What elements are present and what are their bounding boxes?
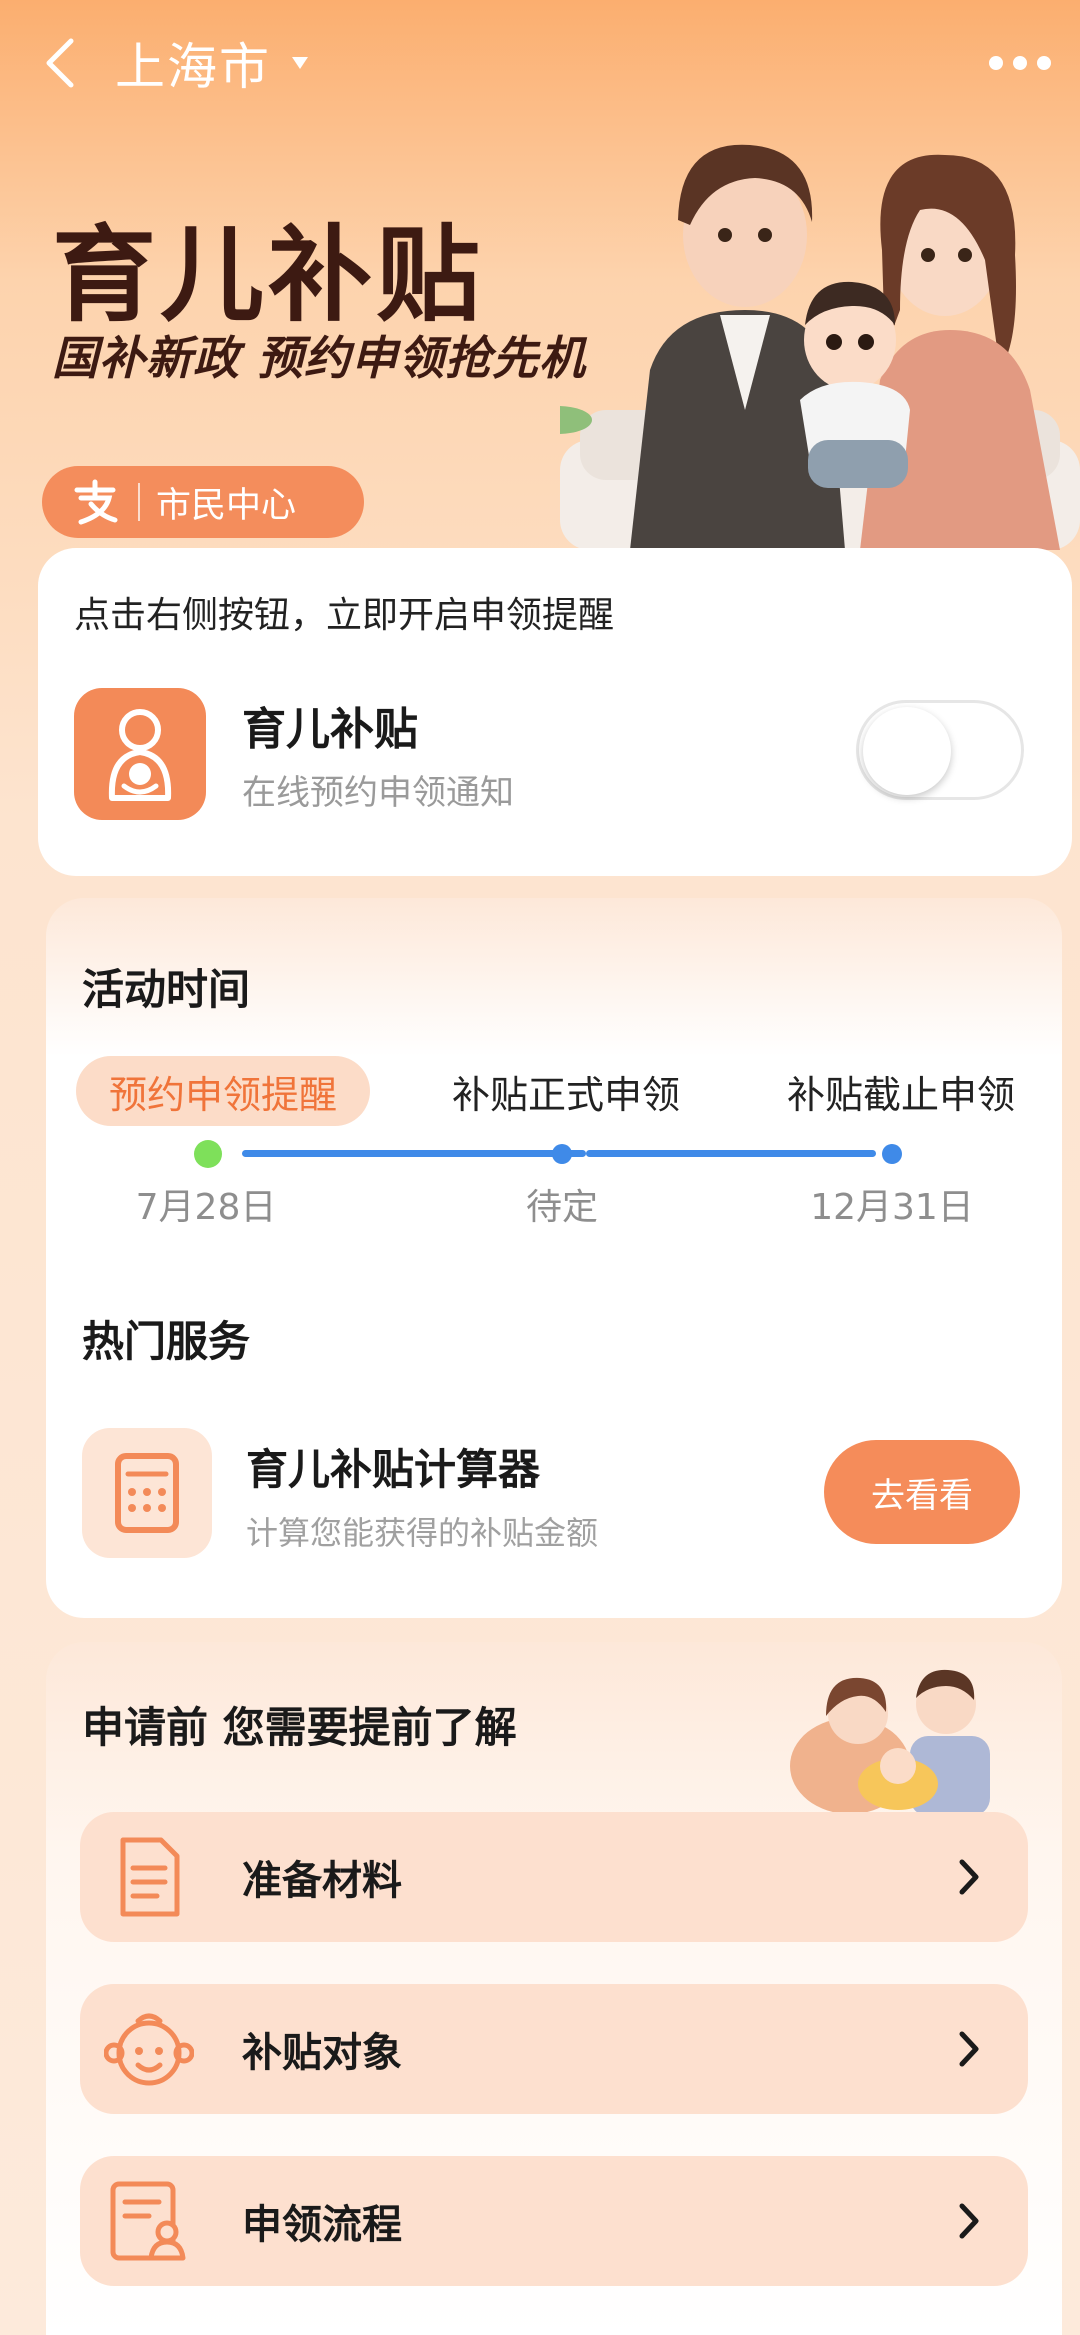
baby-face-icon (102, 2002, 196, 2096)
activity-title: 活动时间 (82, 965, 251, 1014)
go-see-button[interactable]: 去看看 (824, 1440, 1020, 1544)
chevron-left-icon (46, 38, 74, 88)
list-item-materials[interactable]: 准备材料 (80, 1812, 1028, 1942)
stage-label-official: 补贴正式申领 (451, 1072, 680, 1117)
timeline-dot-mid (552, 1144, 572, 1164)
process-form-icon (102, 2174, 196, 2268)
service-title: 育儿补贴 (242, 704, 418, 755)
mother-baby-icon (74, 688, 206, 820)
reminder-toggle[interactable] (856, 700, 1024, 800)
info-title: 申请前 您需要提前了解 (82, 1703, 517, 1752)
hot-services-title: 热门服务 (82, 1317, 251, 1366)
timeline-dot-end (882, 1144, 902, 1164)
calculator-description: 计算您能获得的补贴金额 (246, 1514, 599, 1552)
list-item-label: 申领流程 (242, 2202, 402, 2248)
list-item-label: 补贴对象 (242, 2030, 402, 2076)
stage-label-reminder[interactable]: 预约申领提醒 (76, 1056, 370, 1126)
alipay-logo-icon (68, 475, 122, 529)
city-selector[interactable]: 上海市 (115, 28, 309, 98)
list-item-process[interactable]: 申领流程 (80, 2156, 1028, 2286)
back-button[interactable] (30, 28, 90, 98)
calculator-title: 育儿补贴计算器 (246, 1445, 541, 1494)
family-illustration (560, 144, 1080, 550)
stage-label-deadline: 补贴截止申领 (786, 1072, 1015, 1117)
badge-text: 市民中心 (156, 485, 297, 526)
toggle-knob (863, 707, 951, 795)
stage-date-deadline: 12月31日 (810, 1187, 974, 1228)
citizen-center-badge: 市民中心 (42, 466, 364, 538)
chevron-right-icon (944, 1852, 994, 1902)
calculator-icon (82, 1428, 212, 1558)
stage-date-reminder: 7月28日 (135, 1187, 277, 1228)
activity-card: 活动时间 预约申领提醒 补贴正式申领 补贴截止申领 7月28日 待定 12月31… (46, 898, 1062, 1618)
reminder-hint: 点击右侧按钮，立即开启申领提醒 (74, 595, 615, 636)
hero-subtitle: 国补新政 预约申领抢先机 (52, 331, 587, 385)
city-name: 上海市 (115, 38, 271, 96)
badge-divider (138, 483, 140, 521)
list-item-eligible[interactable]: 补贴对象 (80, 1984, 1028, 2114)
stage-date-official: 待定 (525, 1187, 598, 1228)
timeline-line-2 (586, 1150, 876, 1157)
service-description: 在线预约申领通知 (242, 773, 514, 813)
hero-title: 育儿补贴 (52, 214, 485, 336)
family-mini-illustration (790, 1669, 990, 1816)
chevron-right-icon (944, 2196, 994, 2246)
document-icon (102, 1830, 196, 1924)
reminder-card: 点击右侧按钮，立即开启申领提醒 育儿补贴 在线预约申领通知 (38, 548, 1072, 876)
caret-down-icon (292, 57, 308, 69)
timeline-dot-start (194, 1140, 222, 1168)
more-button[interactable] (980, 38, 1060, 88)
list-item-label: 准备材料 (242, 1858, 402, 1904)
more-dots-icon (989, 56, 1051, 70)
timeline-line-1 (242, 1150, 586, 1157)
chevron-right-icon (944, 2024, 994, 2074)
info-card: 申请前 您需要提前了解 准备材料 补贴对象 申领流程 (46, 1642, 1062, 2335)
